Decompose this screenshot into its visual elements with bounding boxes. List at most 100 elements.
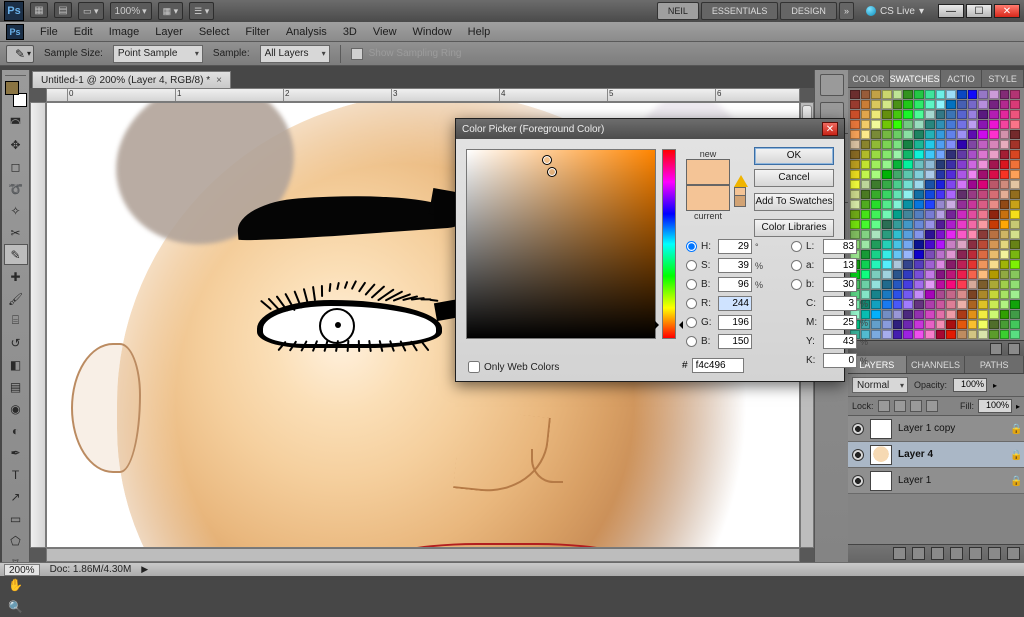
status-zoom[interactable]: 200% bbox=[4, 564, 40, 576]
swatch[interactable] bbox=[1000, 260, 1010, 269]
swatch[interactable] bbox=[957, 210, 967, 219]
swatch[interactable] bbox=[957, 240, 967, 249]
l-input[interactable] bbox=[823, 239, 857, 254]
swatch[interactable] bbox=[871, 280, 881, 289]
swatch[interactable] bbox=[936, 180, 946, 189]
swatch[interactable] bbox=[903, 320, 913, 329]
swatch[interactable] bbox=[946, 320, 956, 329]
r-radio[interactable] bbox=[686, 298, 697, 309]
swatch[interactable] bbox=[968, 180, 978, 189]
swatch[interactable] bbox=[861, 170, 871, 179]
swatch[interactable] bbox=[1010, 320, 1020, 329]
layer-name[interactable]: Layer 1 copy bbox=[898, 423, 1004, 434]
swatch[interactable] bbox=[882, 220, 892, 229]
swatch[interactable] bbox=[882, 150, 892, 159]
swatch[interactable] bbox=[871, 300, 881, 309]
swatch[interactable] bbox=[1010, 310, 1020, 319]
ruler-vertical[interactable] bbox=[30, 102, 46, 548]
swatch[interactable] bbox=[957, 160, 967, 169]
tool-zoom[interactable]: 🔍 bbox=[4, 596, 28, 617]
link-layers-icon[interactable] bbox=[893, 547, 906, 560]
swatch[interactable] bbox=[936, 310, 946, 319]
swatch[interactable] bbox=[871, 180, 881, 189]
swatch[interactable] bbox=[1010, 120, 1020, 129]
swatch[interactable] bbox=[936, 250, 946, 259]
swatch[interactable] bbox=[1010, 230, 1020, 239]
swatch[interactable] bbox=[914, 160, 924, 169]
swatch[interactable] bbox=[978, 100, 988, 109]
swatch[interactable] bbox=[1000, 250, 1010, 259]
view-extras-combo[interactable]: ▦ ▾ bbox=[158, 2, 184, 20]
swatch[interactable] bbox=[968, 130, 978, 139]
swatch[interactable] bbox=[946, 100, 956, 109]
swatch[interactable] bbox=[1010, 180, 1020, 189]
s-radio[interactable] bbox=[686, 260, 697, 271]
swatch[interactable] bbox=[871, 230, 881, 239]
swatch[interactable] bbox=[1000, 190, 1010, 199]
menu-edit[interactable]: Edit bbox=[66, 22, 101, 42]
swatch[interactable] bbox=[989, 160, 999, 169]
swatch[interactable] bbox=[968, 220, 978, 229]
swatch[interactable] bbox=[989, 220, 999, 229]
delete-layer-icon[interactable] bbox=[1007, 547, 1020, 560]
swatch[interactable] bbox=[989, 270, 999, 279]
swatch[interactable] bbox=[978, 300, 988, 309]
swatch[interactable] bbox=[914, 180, 924, 189]
checkbox-icon[interactable] bbox=[351, 48, 363, 60]
swatch[interactable] bbox=[925, 150, 935, 159]
b2-input[interactable] bbox=[823, 277, 857, 292]
tab-styles[interactable]: STYLE bbox=[982, 70, 1024, 87]
swatch[interactable] bbox=[871, 270, 881, 279]
tab-color[interactable]: COLOR bbox=[848, 70, 890, 87]
swatch[interactable] bbox=[978, 320, 988, 329]
swatch[interactable] bbox=[1000, 90, 1010, 99]
swatch[interactable] bbox=[882, 140, 892, 149]
swatch[interactable] bbox=[1010, 300, 1020, 309]
swatch[interactable] bbox=[968, 190, 978, 199]
swatch[interactable] bbox=[978, 260, 988, 269]
blend-mode-combo[interactable]: Normal bbox=[852, 377, 908, 393]
menu-analysis[interactable]: Analysis bbox=[278, 22, 335, 42]
swatch[interactable] bbox=[914, 260, 924, 269]
swatch[interactable] bbox=[893, 300, 903, 309]
swatch[interactable] bbox=[882, 90, 892, 99]
swatch[interactable] bbox=[946, 280, 956, 289]
swatch[interactable] bbox=[914, 220, 924, 229]
swatch[interactable] bbox=[968, 230, 978, 239]
swatch[interactable] bbox=[882, 330, 892, 339]
swatch[interactable] bbox=[882, 190, 892, 199]
swatch[interactable] bbox=[893, 100, 903, 109]
swatch[interactable] bbox=[861, 200, 871, 209]
visibility-toggle-icon[interactable] bbox=[852, 475, 864, 487]
swatch[interactable] bbox=[914, 240, 924, 249]
swatch[interactable] bbox=[871, 250, 881, 259]
swatch[interactable] bbox=[893, 210, 903, 219]
saturation-value-field[interactable] bbox=[466, 149, 656, 339]
workspace-essentials[interactable]: ESSENTIALS bbox=[701, 2, 779, 20]
swatch[interactable] bbox=[861, 150, 871, 159]
swatch[interactable] bbox=[968, 320, 978, 329]
swatch[interactable] bbox=[893, 230, 903, 239]
swatch[interactable] bbox=[1000, 180, 1010, 189]
swatch[interactable] bbox=[946, 330, 956, 339]
swatch[interactable] bbox=[1010, 240, 1020, 249]
a-input[interactable] bbox=[823, 258, 857, 273]
swatch[interactable] bbox=[978, 240, 988, 249]
tool-dodge[interactable]: ◐ bbox=[4, 420, 28, 441]
tab-swatches[interactable]: SWATCHES bbox=[890, 70, 941, 87]
swatch[interactable] bbox=[903, 150, 913, 159]
swatch[interactable] bbox=[914, 300, 924, 309]
swatch[interactable] bbox=[957, 260, 967, 269]
l-radio[interactable] bbox=[791, 241, 802, 252]
scrollbar-horizontal[interactable] bbox=[46, 548, 800, 562]
swatch[interactable] bbox=[978, 280, 988, 289]
tool-type[interactable]: T bbox=[4, 464, 28, 485]
swatch[interactable] bbox=[925, 90, 935, 99]
r-input[interactable] bbox=[718, 296, 752, 311]
swatch[interactable] bbox=[978, 200, 988, 209]
cancel-button[interactable]: Cancel bbox=[754, 169, 834, 187]
swatch[interactable] bbox=[936, 200, 946, 209]
swatch[interactable] bbox=[989, 300, 999, 309]
swatch[interactable] bbox=[850, 220, 860, 229]
swatch[interactable] bbox=[946, 180, 956, 189]
